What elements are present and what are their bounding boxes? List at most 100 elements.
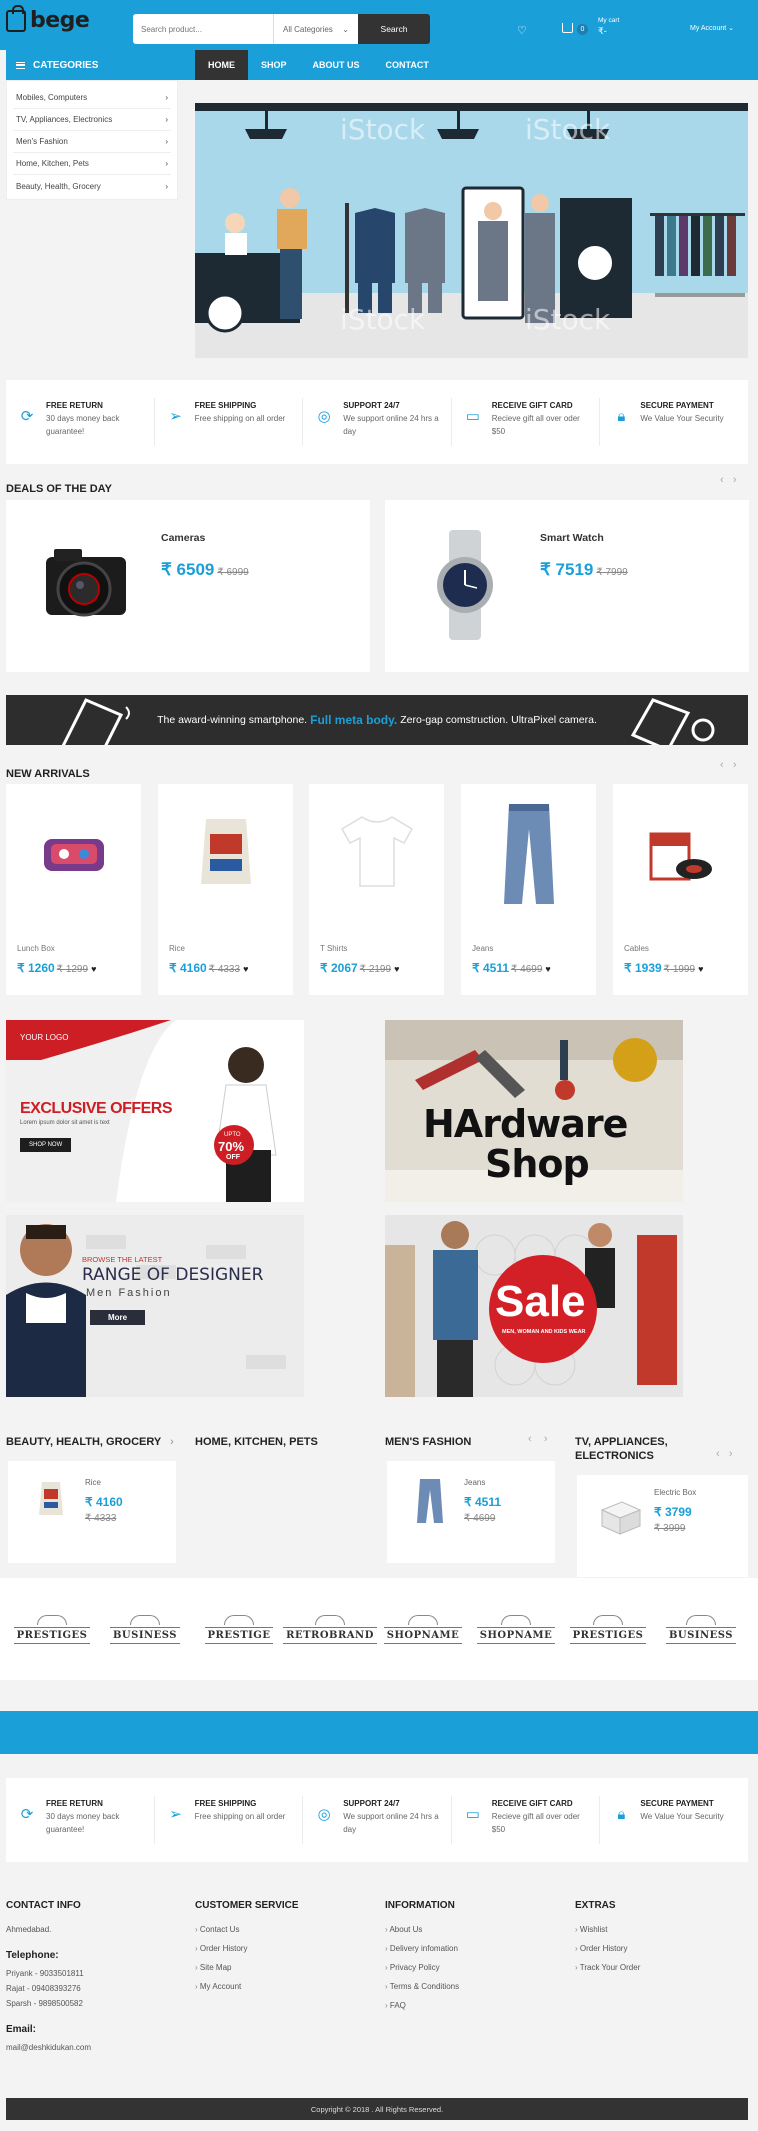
product-price: ₹ 2067 ₹ 2199 ♥ bbox=[320, 961, 399, 975]
sale-sub: MEN, WOMAN AND KIDS WEAR bbox=[502, 1329, 586, 1335]
product-price: ₹ 1260 ₹ 1299 ♥ bbox=[17, 961, 96, 975]
nav-shop[interactable]: SHOP bbox=[248, 50, 300, 80]
category-item[interactable]: TV, Appliances, Electronics › bbox=[13, 109, 171, 131]
shop-now-button[interactable]: SHOP NOW bbox=[20, 1138, 72, 1152]
category-select[interactable]: All Categories ⌄ bbox=[273, 14, 358, 44]
lock-icon: 🔒︎ bbox=[617, 408, 626, 425]
lifebuoy-icon: ◎ bbox=[317, 408, 331, 425]
mini-product-card[interactable]: Jeans ₹ 4511 ₹ 4699 bbox=[387, 1461, 555, 1563]
footer-link[interactable]: Order History bbox=[575, 1944, 640, 1963]
hero-banner[interactable]: iStock iStock iStock iStock bbox=[195, 103, 748, 358]
feature-title: RECEIVE GIFT CARD bbox=[491, 401, 573, 410]
designer-range-promo[interactable]: BROWSE THE LATEST RANGE OF DESIGNER Men … bbox=[6, 1215, 304, 1397]
product-card[interactable]: Rice ₹ 4160 ₹ 4333 ♥ bbox=[158, 784, 293, 995]
credit-card-icon: ▭ bbox=[465, 408, 480, 425]
categories-header[interactable]: CATEGORIES bbox=[6, 50, 178, 80]
product-card[interactable]: T Shirts ₹ 2067 ₹ 2199 ♥ bbox=[309, 784, 444, 995]
brand-logo[interactable]: PRESTIGE bbox=[204, 1604, 274, 1654]
cart-icon[interactable] bbox=[562, 23, 573, 33]
footer-link[interactable]: Site Map bbox=[195, 1963, 299, 1982]
category-item[interactable]: Home, Kitchen, Pets › bbox=[13, 153, 171, 175]
chevron-right-icon[interactable]: › bbox=[170, 1436, 174, 1448]
mini-product-card[interactable]: Rice ₹ 4160 ₹ 4333 bbox=[8, 1461, 176, 1563]
product-card[interactable]: Cables ₹ 1939 ₹ 1999 ♥ bbox=[613, 784, 748, 995]
chevron-left-icon[interactable]: ‹ bbox=[528, 1433, 532, 1445]
old-price: ₹ 2199 bbox=[359, 964, 392, 975]
chevron-left-icon[interactable]: ‹ bbox=[720, 759, 724, 771]
telephone-heading: Telephone: bbox=[6, 1950, 59, 1961]
brand-logo[interactable]: SHOPNAME bbox=[383, 1604, 463, 1654]
smartphone-outline-image bbox=[61, 698, 130, 745]
phone-number[interactable]: Sparsh - 9898500582 bbox=[6, 1999, 91, 2014]
footer-link[interactable]: Delivery infomation bbox=[385, 1944, 459, 1963]
footer-link[interactable]: FAQ bbox=[385, 2001, 459, 2020]
more-button[interactable]: More bbox=[90, 1310, 146, 1325]
hardware-shop-promo[interactable]: HArdware Shop bbox=[385, 1020, 683, 1202]
product-card[interactable]: Lunch Box ₹ 1260 ₹ 1299 ♥ bbox=[6, 784, 141, 995]
product-card[interactable]: Jeans ₹ 4511 ₹ 4699 ♥ bbox=[461, 784, 596, 995]
category-item[interactable]: Beauty, Health, Grocery › bbox=[13, 175, 171, 197]
mini-product-card[interactable]: Electric Box ₹ 3799 ₹ 3999 bbox=[577, 1475, 748, 1577]
brand-logo[interactable]: SHOPNAME bbox=[476, 1604, 556, 1654]
footer-link[interactable]: Track Your Order bbox=[575, 1963, 641, 1982]
hardware-title: HArdware bbox=[423, 1102, 628, 1146]
chevron-right-icon[interactable]: › bbox=[729, 1448, 733, 1460]
column-title-text: BEAUTY, HEALTH, GROCERY bbox=[6, 1436, 162, 1448]
nav-home[interactable]: HOME bbox=[195, 50, 248, 80]
cart-count-badge: 0 bbox=[577, 24, 588, 35]
store-illustration bbox=[195, 103, 748, 358]
deal-card[interactable]: Smart Watch ₹ 7519 ₹ 7999 bbox=[385, 500, 749, 672]
badge-percent: 70% bbox=[218, 1139, 245, 1154]
heart-icon[interactable]: ♥ bbox=[91, 964, 96, 974]
current-price: ₹ 7519 bbox=[540, 560, 594, 579]
footer-link[interactable]: Privacy Policy bbox=[385, 1963, 459, 1982]
feature-title: SUPPORT 24/7 bbox=[343, 1799, 400, 1808]
footer-link[interactable]: About Us bbox=[385, 1925, 459, 1944]
footer-link[interactable]: Terms & Conditions bbox=[385, 1982, 459, 2001]
brand-logo[interactable]: RETROBRAND bbox=[283, 1604, 377, 1654]
search-button[interactable]: Search bbox=[358, 14, 430, 44]
footer-link[interactable]: My Account bbox=[195, 1982, 299, 2001]
phone-number[interactable]: Rajat - 09408393276 bbox=[6, 1984, 91, 1999]
brand-logo[interactable]: PRESTIGES bbox=[13, 1604, 91, 1654]
heart-icon[interactable]: ♥ bbox=[394, 964, 399, 974]
chevron-right-icon[interactable]: › bbox=[544, 1433, 548, 1445]
footer-link[interactable]: Wishlist bbox=[575, 1925, 640, 1944]
nav-contact[interactable]: CONTACT bbox=[373, 50, 442, 80]
heart-icon[interactable]: ♥ bbox=[545, 964, 550, 974]
footer-link[interactable]: Contact Us bbox=[195, 1925, 299, 1944]
email-link[interactable]: mail@deshkidukan.com bbox=[6, 2043, 91, 2058]
chevron-left-icon[interactable]: ‹ bbox=[720, 474, 724, 486]
brand-logo[interactable]: BUSINESS bbox=[109, 1604, 181, 1654]
chevron-right-icon[interactable]: › bbox=[733, 759, 737, 771]
footer-link[interactable]: Order History bbox=[195, 1944, 299, 1963]
wishlist-heart-icon[interactable]: ♡ bbox=[517, 24, 527, 37]
mini-product-name: Electric Box bbox=[654, 1488, 697, 1497]
brand-logo[interactable]: PRESTIGES bbox=[569, 1604, 647, 1654]
exclusive-offers-promo[interactable]: YOUR LOGO EXCLUSIVE OFFERS Lorem ipsum d… bbox=[6, 1020, 304, 1202]
cables-image bbox=[649, 832, 712, 881]
my-account-menu[interactable]: My Account ⌄ bbox=[690, 24, 734, 32]
mini-product-price: ₹ 3799 bbox=[654, 1505, 692, 1519]
phone-number[interactable]: Priyank - 9033501811 bbox=[6, 1969, 91, 1984]
category-item[interactable]: Mobiles, Computers › bbox=[13, 87, 171, 109]
brand-logo[interactable]: BUSINESS bbox=[665, 1604, 737, 1654]
feature-title: SECURE PAYMENT bbox=[640, 401, 714, 410]
chevron-right-icon[interactable]: › bbox=[733, 474, 737, 486]
old-price: ₹ 4699 bbox=[511, 964, 543, 975]
nav-about-us[interactable]: ABOUT US bbox=[300, 50, 373, 80]
heart-icon[interactable]: ♥ bbox=[243, 964, 248, 974]
badge-off: OFF bbox=[226, 1154, 240, 1161]
site-logo[interactable]: bege bbox=[6, 4, 90, 33]
deal-card[interactable]: Cameras ₹ 6509 ₹ 6999 bbox=[6, 500, 370, 672]
chevron-right-icon: › bbox=[165, 181, 168, 191]
sale-promo[interactable]: Sale MEN, WOMAN AND KIDS WEAR bbox=[385, 1215, 683, 1397]
smartphone-promo-banner[interactable]: The award-winning smartphone. Full meta … bbox=[6, 695, 748, 745]
cart-value[interactable]: ₹- bbox=[598, 26, 607, 37]
category-item[interactable]: Men's Fashion › bbox=[13, 131, 171, 153]
feature-item: ▭ RECEIVE GIFT CARD Recieve gift all over… bbox=[452, 398, 601, 446]
my-cart-label[interactable]: My cart bbox=[598, 17, 619, 24]
chevron-left-icon[interactable]: ‹ bbox=[716, 1448, 720, 1460]
heart-icon[interactable]: ♥ bbox=[698, 964, 703, 974]
search-input[interactable] bbox=[133, 14, 273, 44]
